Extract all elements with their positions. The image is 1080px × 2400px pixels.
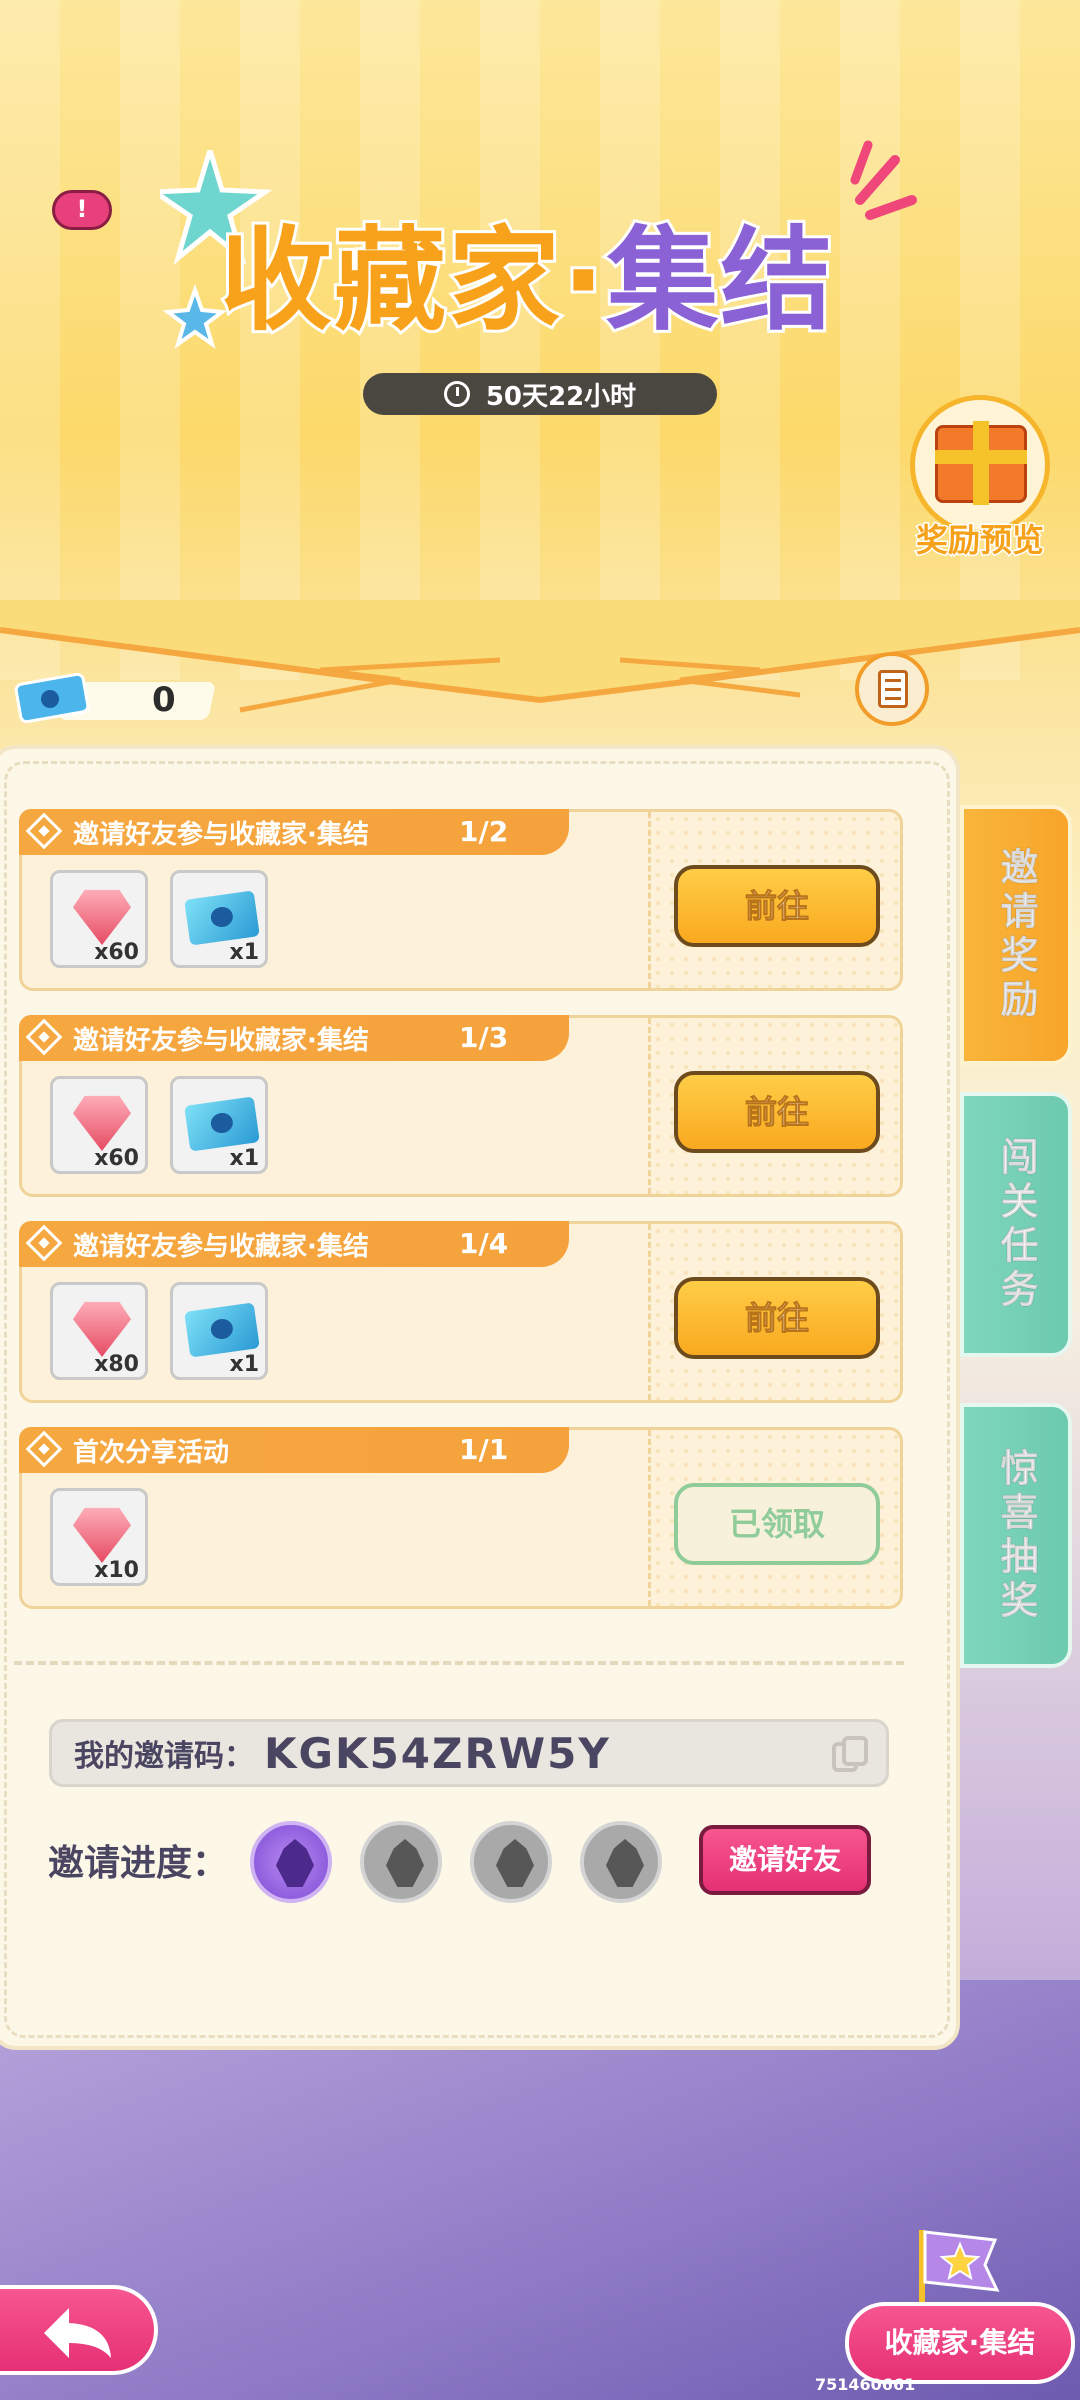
reward-item[interactable]: x80 xyxy=(50,1282,148,1380)
build-id: 751460661 xyxy=(815,2375,916,2394)
invite-code-box: 我的邀请码： KGK54ZRW5Y xyxy=(49,1719,889,1787)
event-title-text: 收藏家·集结 xyxy=(217,190,836,352)
tab-stage-missions[interactable]: 闯关任务 xyxy=(960,1092,1072,1357)
invite-reward-panel: 邀请好友参与收藏家·集结 1/2 x60 x1 前往 邀请好友参与收藏家·集结 … xyxy=(0,745,960,2050)
reward-preview-button[interactable]: 奖励预览 xyxy=(905,395,1055,565)
invite-slot-avatar xyxy=(470,1821,552,1903)
reward-item[interactable]: x60 xyxy=(50,870,148,968)
task-title: 邀请好友参与收藏家·集结 xyxy=(73,819,369,850)
event-home-button[interactable]: 收藏家·集结 xyxy=(845,2220,1075,2390)
invite-slot-avatar xyxy=(250,1821,332,1903)
event-timer: 50天22小时 xyxy=(363,373,717,415)
task-progress: 1/4 xyxy=(459,1227,509,1260)
gem-icon xyxy=(73,889,131,945)
invite-progress-label: 邀请进度： xyxy=(48,1843,229,1884)
diamond-icon xyxy=(25,1018,63,1056)
back-button[interactable] xyxy=(0,2285,158,2375)
copy-icon[interactable] xyxy=(830,1734,870,1774)
invite-code-label: 我的邀请码： xyxy=(74,1739,254,1774)
flag-star-icon xyxy=(919,2230,1000,2310)
task-card: 首次分享活动 1/1 x10 已领取 xyxy=(19,1427,903,1609)
go-button[interactable]: 前往 xyxy=(674,865,880,947)
clock-icon xyxy=(443,381,470,407)
event-home-label: 收藏家·集结 xyxy=(845,2302,1075,2384)
go-button[interactable]: 前往 xyxy=(674,1071,880,1153)
ticket-icon xyxy=(184,890,260,946)
gift-ribbon-h xyxy=(935,450,1027,464)
task-header: 邀请好友参与收藏家·集结 1/3 xyxy=(19,1015,569,1061)
document-icon xyxy=(878,670,908,708)
tab-label: 邀请奖励 xyxy=(994,847,1039,1024)
sparkle-decoration-icon xyxy=(850,140,917,220)
gem-icon xyxy=(73,1507,131,1563)
event-title-part-b: 集结 xyxy=(604,213,836,349)
reward-item[interactable]: x1 xyxy=(170,870,268,968)
invite-slot-avatar xyxy=(580,1821,662,1903)
character-icon xyxy=(386,1839,424,1887)
reward-qty: x1 xyxy=(229,1146,260,1171)
character-icon xyxy=(276,1839,314,1887)
section-divider xyxy=(14,1661,904,1665)
diamond-icon xyxy=(25,1224,63,1262)
timer-text: 50天22小时 xyxy=(485,381,637,412)
task-title: 邀请好友参与收藏家·集结 xyxy=(73,1025,369,1056)
task-progress: 1/3 xyxy=(459,1021,509,1054)
invite-slot-avatar xyxy=(360,1821,442,1903)
task-card: 邀请好友参与收藏家·集结 1/4 x80 x1 前往 xyxy=(19,1221,903,1403)
task-card: 邀请好友参与收藏家·集结 1/2 x60 x1 前往 xyxy=(19,809,903,991)
reward-item[interactable]: x1 xyxy=(170,1076,268,1174)
reward-preview-label: 奖励预览 xyxy=(914,520,1045,561)
event-title: 收藏家·集结 xyxy=(160,140,920,360)
diamond-icon xyxy=(25,1430,63,1468)
task-card: 邀请好友参与收藏家·集结 1/3 x60 x1 前往 xyxy=(19,1015,903,1197)
gem-icon xyxy=(73,1301,131,1357)
invite-code-value: KGK54ZRW5Y xyxy=(264,1728,611,1778)
character-icon xyxy=(606,1839,644,1887)
task-progress: 1/1 xyxy=(459,1433,509,1466)
task-title: 邀请好友参与收藏家·集结 xyxy=(73,1231,369,1262)
tab-label: 闯关任务 xyxy=(994,1136,1039,1313)
tab-surprise-lottery[interactable]: 惊喜抽奖 xyxy=(960,1403,1072,1668)
task-progress: 1/2 xyxy=(459,815,509,848)
task-header: 邀请好友参与收藏家·集结 1/4 xyxy=(19,1221,569,1267)
ticket-icon xyxy=(14,673,90,723)
reward-qty: x1 xyxy=(229,940,260,965)
back-arrow-icon xyxy=(44,2308,111,2358)
ticket-count: 0 xyxy=(152,680,176,720)
reward-item[interactable]: x60 xyxy=(50,1076,148,1174)
task-title: 首次分享活动 xyxy=(73,1437,230,1468)
reward-qty: x60 xyxy=(94,940,139,965)
tab-invite-rewards[interactable]: 邀请奖励 xyxy=(960,805,1072,1065)
character-icon xyxy=(496,1839,534,1887)
ticket-icon xyxy=(184,1096,260,1152)
reward-qty: x80 xyxy=(94,1352,139,1377)
go-button[interactable]: 前往 xyxy=(674,1277,880,1359)
reward-item[interactable]: x1 xyxy=(170,1282,268,1380)
reward-qty: x10 xyxy=(94,1558,139,1583)
gem-icon xyxy=(73,1095,131,1151)
event-title-part-a: 收藏家· xyxy=(217,213,608,349)
ticket-counter: 0 xyxy=(12,668,217,728)
claimed-button[interactable]: 已领取 xyxy=(674,1483,880,1565)
ticket-icon xyxy=(184,1302,260,1358)
task-header: 邀请好友参与收藏家·集结 1/2 xyxy=(19,809,569,855)
invite-friends-button[interactable]: 邀请好友 xyxy=(699,1825,871,1895)
alert-button[interactable]: ! xyxy=(52,190,112,230)
tab-label: 惊喜抽奖 xyxy=(994,1447,1039,1624)
record-log-button[interactable] xyxy=(855,652,929,726)
reward-qty: x1 xyxy=(229,1352,260,1377)
diamond-icon xyxy=(25,812,63,850)
task-header: 首次分享活动 1/1 xyxy=(19,1427,569,1473)
reward-qty: x60 xyxy=(94,1146,139,1171)
reward-item[interactable]: x10 xyxy=(50,1488,148,1586)
